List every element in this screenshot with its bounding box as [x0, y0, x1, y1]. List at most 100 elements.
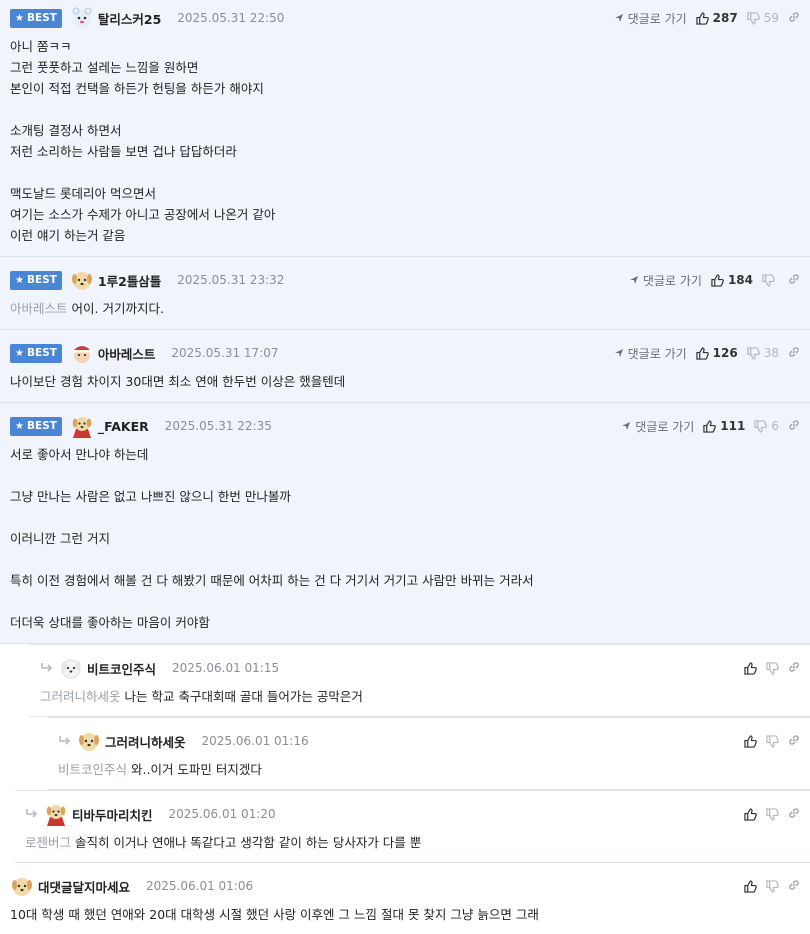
comment-line: 이런 얘기 하는거 같음 — [10, 228, 126, 243]
nickname[interactable]: _FAKER — [98, 419, 149, 434]
nickname[interactable]: 아바레스트 — [98, 344, 156, 363]
upvote-count: 111 — [720, 419, 746, 433]
nickname[interactable]: 탈리스커25 — [98, 9, 161, 28]
comment-line: 10대 학생 때 했던 연애와 20대 대학생 시절 했던 사랑 이후엔 그 느… — [10, 907, 539, 922]
share-link-button[interactable] — [788, 11, 800, 26]
puppy-cape-avatar-icon — [72, 417, 92, 438]
comment-line — [10, 507, 800, 528]
downvote-button[interactable] — [766, 661, 779, 675]
comment-body: 그러려니하세옷 나는 학교 축구대회때 골대 들어가는 공막은거 — [30, 686, 810, 719]
downvote-button[interactable] — [762, 273, 779, 287]
nickname[interactable]: 티바두마리치킨 — [72, 805, 153, 824]
share-link-button[interactable] — [788, 419, 800, 434]
best-badge: ★ BEST — [10, 343, 62, 363]
nickname[interactable]: 비트코인주식 — [87, 659, 156, 678]
comment: 대댓글달지마세요 2025.06.01 01:06 10대 학생 때 했던 연애… — [0, 863, 810, 934]
link-icon — [789, 346, 799, 357]
mention[interactable]: 아바레스트 — [10, 301, 68, 316]
star-icon: ★ — [15, 420, 24, 432]
comment-body: 서로 좋아서 만나야 하는데 그냥 만나는 사람은 없고 나쁘진 않으니 한번 … — [0, 444, 810, 645]
downvote-button[interactable] — [766, 734, 779, 748]
comment-actions: 댓글로 가기 111 6 — [621, 408, 800, 444]
upvote-button[interactable] — [744, 807, 757, 821]
downvote-button[interactable]: 38 — [747, 346, 779, 360]
nickname[interactable]: 그러려니하세옷 — [105, 732, 186, 751]
nickname[interactable]: 대댓글달지마세요 — [38, 877, 130, 896]
best-badge: ★ BEST — [10, 8, 62, 28]
upvote-button[interactable]: 111 — [703, 419, 745, 433]
avatar[interactable] — [44, 802, 68, 826]
mention[interactable]: 로젠버그 — [25, 835, 71, 850]
comment-actions — [744, 650, 800, 686]
comment-actions — [744, 868, 800, 904]
comment-line: 나이보단 경험 차이지 30대면 최소 연애 한두번 이상은 했을텐데 — [10, 374, 346, 389]
star-icon: ★ — [15, 347, 24, 359]
upvote-button[interactable] — [744, 661, 757, 675]
puppy-avatar-icon — [12, 878, 32, 896]
reply-link[interactable]: 댓글로 가기 — [614, 10, 687, 27]
upvote-button[interactable] — [744, 734, 757, 748]
avatar[interactable] — [77, 729, 101, 753]
thumbs-down-icon — [766, 734, 779, 748]
link-icon — [789, 734, 799, 745]
comment-line: 이러니깐 그런 거지 — [10, 531, 110, 546]
downvote-button[interactable] — [766, 879, 779, 893]
share-link-button[interactable] — [788, 346, 800, 361]
comment-line: 그런 풋풋하고 설레는 느낌을 원하면 — [10, 60, 199, 75]
reply-arrow-icon — [40, 662, 55, 674]
comment-line — [10, 591, 800, 612]
comment-line: 서로 좋아서 만나야 하는데 — [10, 447, 149, 462]
nickname[interactable]: 1루2틀삼틀 — [98, 271, 161, 290]
comment-line: 소개팅 결정사 하면서 — [10, 123, 122, 138]
comment-line: 그러려니하세옷 나는 학교 축구대회때 골대 들어가는 공막은거 — [40, 689, 363, 704]
avatar[interactable] — [10, 874, 34, 898]
comment-actions: 댓글로 가기 287 59 — [614, 0, 800, 36]
thumbs-down-icon — [747, 346, 760, 360]
mention[interactable]: 비트코인주식 — [58, 762, 127, 777]
reply-arrow-icon — [25, 808, 40, 820]
link-icon — [789, 419, 799, 430]
reply-comment: 비트코인주식 2025.06.01 01:15 그러려니하세옷 나는 학교 축구대… — [30, 644, 810, 717]
share-link-button[interactable] — [788, 661, 800, 676]
link-icon — [789, 879, 799, 890]
best-comment: ★ BEST _FAKER 2025.05.31 22:35 댓글로 가기 111… — [0, 403, 810, 644]
comment-body: 비트코인주식 와..이거 도파민 터지겠다 — [48, 759, 810, 792]
santa-avatar-icon — [72, 346, 93, 363]
comment-line: 비트코인주식 와..이거 도파민 터지겠다 — [58, 762, 262, 777]
share-link-button[interactable] — [788, 734, 800, 749]
link-icon — [789, 273, 799, 284]
reply-link[interactable]: 댓글로 가기 — [621, 418, 694, 435]
avatar[interactable] — [59, 656, 83, 680]
puppy-avatar-icon — [79, 733, 99, 751]
reply-link[interactable]: 댓글로 가기 — [629, 272, 702, 289]
share-link-button[interactable] — [788, 807, 800, 822]
thumbs-down-icon — [766, 661, 779, 675]
upvote-button[interactable]: 184 — [711, 273, 753, 287]
downvote-button[interactable]: 6 — [754, 419, 779, 433]
avatar[interactable] — [70, 341, 94, 365]
avatar[interactable] — [70, 6, 94, 30]
upvote-button[interactable]: 126 — [695, 346, 738, 360]
share-link-button[interactable] — [788, 273, 800, 288]
timestamp: 2025.06.01 01:15 — [172, 661, 280, 675]
upvote-button[interactable]: 287 — [695, 11, 738, 25]
reply-link[interactable]: 댓글로 가기 — [614, 345, 687, 362]
upvote-button[interactable] — [744, 879, 757, 893]
link-icon — [789, 661, 799, 672]
thumbs-up-icon — [744, 879, 757, 893]
downvote-button[interactable] — [766, 807, 779, 821]
best-comment: ★ BEST 탈리스커25 2025.05.31 22:50 댓글로 가기 287… — [0, 0, 810, 257]
downvote-button[interactable]: 59 — [747, 11, 779, 25]
thumbs-up-icon — [695, 346, 709, 360]
reply-arrow-icon — [58, 735, 73, 747]
mention[interactable]: 그러려니하세옷 — [40, 689, 121, 704]
puppy-cape-avatar-icon — [46, 805, 66, 826]
thumbs-up-icon — [744, 661, 757, 675]
thumbs-down-icon — [766, 807, 779, 821]
avatar[interactable] — [70, 414, 94, 438]
reply-comment: 티바두마리치킨 2025.06.01 01:20 로젠버그 솔직히 이거나 연애나… — [15, 790, 810, 863]
comment-actions — [744, 723, 800, 759]
timestamp: 2025.05.31 17:07 — [171, 346, 279, 360]
avatar[interactable] — [70, 268, 94, 292]
share-link-button[interactable] — [788, 879, 800, 894]
